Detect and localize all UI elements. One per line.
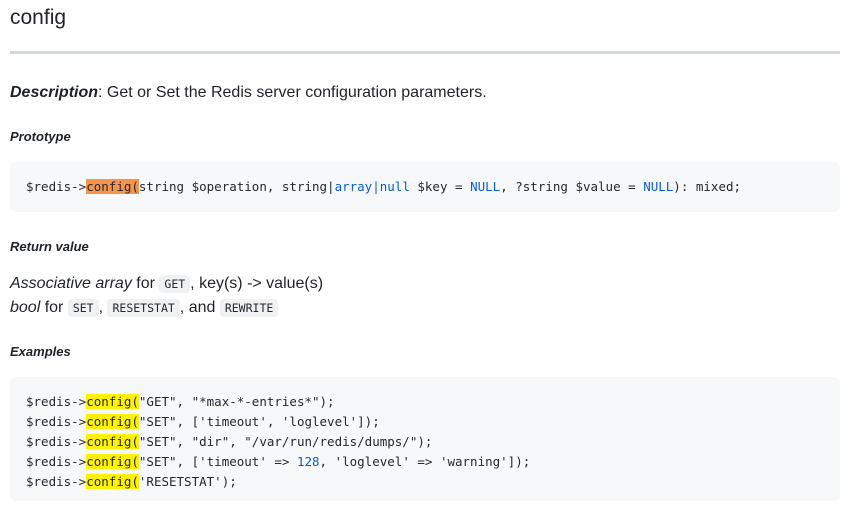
example-line: $redis->config("SET", ['timeout', 'logle… xyxy=(26,414,380,429)
return-value-line-2: bool for SET, RESETSTAT, and REWRITE xyxy=(10,296,279,320)
description-label: Description xyxy=(10,84,99,101)
inline-code-get: GET xyxy=(159,275,191,293)
inline-code-resetstat: RESETSTAT xyxy=(107,299,180,317)
prototype-code-block[interactable]: $redis->config(string $operation, string… xyxy=(10,162,840,212)
examples-code-block[interactable]: $redis->config("GET", "*max-*-entries*")… xyxy=(10,377,840,501)
inline-code-rewrite: REWRITE xyxy=(219,299,279,317)
title-divider xyxy=(10,51,840,54)
examples-heading: Examples xyxy=(10,344,71,359)
config-highlight: config( xyxy=(86,179,139,194)
example-line: $redis->config('RESETSTAT'); xyxy=(26,474,237,489)
example-line: $redis->config("SET", ['timeout' => 128,… xyxy=(26,454,531,469)
description-text: : Get or Set the Redis server configurat… xyxy=(98,84,487,101)
description: Description: Get or Set the Redis server… xyxy=(10,82,487,104)
page-title: config xyxy=(10,6,67,29)
prototype-code-line: $redis->config(string $operation, string… xyxy=(26,179,742,194)
return-value-line-1: Associative array for GET, key(s) -> val… xyxy=(10,275,324,293)
prototype-heading: Prototype xyxy=(10,129,71,144)
return-value-heading: Return value xyxy=(10,239,89,254)
example-line: $redis->config("GET", "*max-*-entries*")… xyxy=(26,394,335,409)
example-line: $redis->config("SET", "dir", "/var/run/r… xyxy=(26,434,433,449)
inline-code-set: SET xyxy=(67,299,99,317)
